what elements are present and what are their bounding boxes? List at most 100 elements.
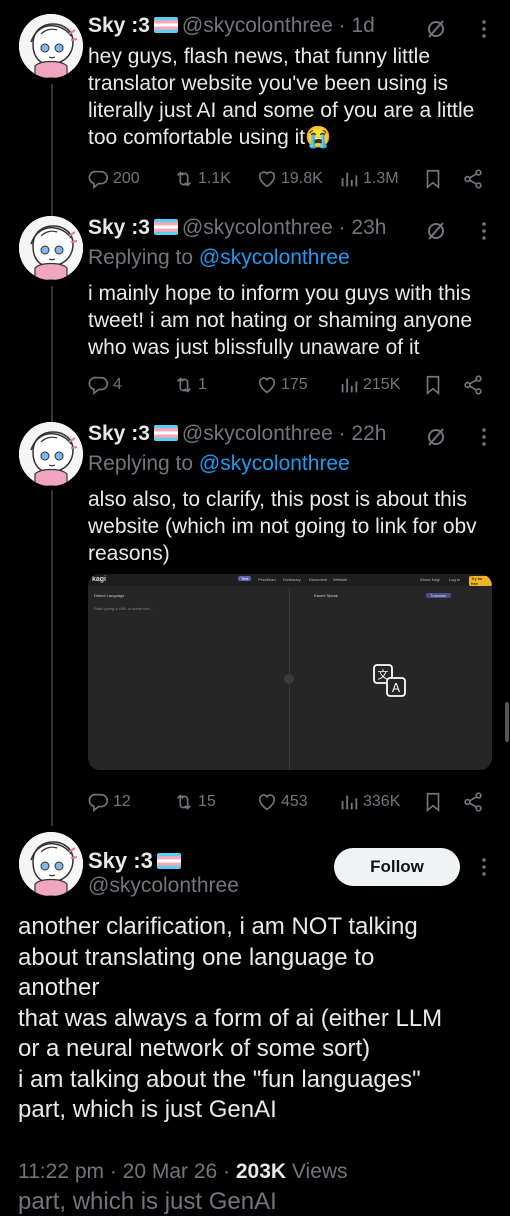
signup-button: Try for free bbox=[469, 576, 492, 586]
display-name[interactable]: Sky :3 bbox=[88, 14, 150, 37]
media-tab: Text bbox=[238, 576, 252, 581]
follow-button[interactable]: Follow bbox=[334, 848, 460, 886]
retweet-count: 1 bbox=[198, 376, 207, 393]
like-button[interactable]: 19.8K bbox=[256, 165, 323, 193]
reply-handle-link[interactable]: @skycolonthree bbox=[199, 246, 350, 269]
display-name[interactable]: Sky :3 bbox=[88, 848, 153, 873]
media-tab: Document bbox=[309, 577, 328, 582]
views-total: 203K bbox=[235, 1160, 287, 1183]
login-link: Log in bbox=[449, 577, 460, 582]
replying-to: Replying to @skycolonthree bbox=[88, 452, 350, 476]
retweet-count: 1.1K bbox=[198, 170, 231, 187]
input-placeholder: Start typing a URL or some text... bbox=[94, 606, 153, 611]
main-text-line: another clarification, i am NOT talking bbox=[18, 913, 418, 940]
tweet-time[interactable]: 11:22 pm · 20 Mar 26 · bbox=[18, 1160, 236, 1183]
views-count: 1.3M bbox=[363, 170, 399, 187]
timestamp[interactable]: · 23h bbox=[339, 216, 387, 239]
trans-flag-icon bbox=[157, 853, 181, 869]
main-text-line: or a neural network of some sort) bbox=[18, 1035, 371, 1062]
replying-to-label: Replying to bbox=[88, 452, 194, 475]
trans-flag-icon bbox=[154, 425, 178, 441]
reply-count: 12 bbox=[113, 793, 131, 810]
reply-count: 4 bbox=[113, 376, 122, 393]
tweet-header: Sky :3 @skycolonthree · 22h bbox=[88, 422, 386, 446]
main-text-line: part, which is just GenAI bbox=[18, 1096, 277, 1123]
translate-icon: 文 A bbox=[373, 664, 406, 697]
like-button[interactable]: 453 bbox=[256, 788, 308, 816]
avatar[interactable] bbox=[19, 422, 83, 486]
retweet-count: 15 bbox=[198, 793, 216, 810]
tweet-text: also also, to clarify, this post is abou… bbox=[88, 488, 477, 565]
reply-button[interactable]: 12 bbox=[88, 788, 131, 816]
avatar[interactable] bbox=[19, 14, 83, 78]
share-button[interactable] bbox=[462, 788, 487, 816]
views-count: 215K bbox=[363, 376, 401, 393]
about-link: About Kagi bbox=[420, 577, 440, 582]
reply-count: 200 bbox=[113, 170, 140, 187]
like-count: 453 bbox=[281, 793, 308, 810]
media-topbar: kagi Text Proofread Dictionary Document … bbox=[88, 574, 492, 586]
bookmark-button[interactable] bbox=[422, 788, 447, 816]
avatar[interactable] bbox=[19, 216, 83, 280]
grok-icon[interactable] bbox=[424, 17, 448, 41]
tweet-meta: 11:22 pm · 20 Mar 26 · 203K Views bbox=[18, 1160, 348, 1184]
translate-button: Translate bbox=[426, 593, 451, 598]
retweet-button[interactable]: 1.1K bbox=[173, 165, 231, 193]
bookmark-button[interactable] bbox=[422, 165, 447, 193]
thread-line bbox=[51, 286, 53, 422]
retweet-button[interactable]: 15 bbox=[173, 788, 216, 816]
handle[interactable]: @skycolonthree bbox=[88, 874, 239, 897]
tweet-media-image[interactable]: kagi Text Proofread Dictionary Document … bbox=[88, 574, 492, 770]
trans-flag-icon bbox=[154, 17, 178, 33]
main-text-line: about translating one language to bbox=[18, 943, 375, 971]
views-button[interactable]: 1.3M bbox=[338, 165, 399, 193]
like-count: 175 bbox=[281, 376, 308, 393]
reply-button[interactable]: 200 bbox=[88, 165, 140, 193]
more-options-icon[interactable] bbox=[472, 17, 496, 41]
views-button[interactable]: 215K bbox=[338, 371, 400, 399]
trans-flag-icon bbox=[154, 219, 178, 235]
views-button[interactable]: 336K bbox=[338, 788, 400, 816]
media-tab: Proofread bbox=[258, 577, 276, 582]
reply-handle-link[interactable]: @skycolonthree bbox=[199, 452, 350, 475]
tweet-header: Sky :3 @skycolonthree · 23h bbox=[88, 216, 386, 240]
main-handle-row: @skycolonthree bbox=[88, 874, 239, 898]
thread-line bbox=[51, 490, 53, 826]
display-name[interactable]: Sky :3 bbox=[88, 216, 150, 239]
svg-text:A: A bbox=[392, 681, 401, 695]
media-tab: Dictionary bbox=[283, 577, 301, 582]
main-tweet-text: another clarification, i am NOT talking … bbox=[18, 912, 498, 1126]
tweet-header: Sky :3 @skycolonthree · 1d bbox=[88, 14, 375, 38]
tweet-actions: 12 15 453 336K bbox=[88, 788, 498, 816]
tweet-actions: 4 1 175 215K bbox=[88, 371, 498, 399]
more-options-icon[interactable] bbox=[472, 219, 496, 243]
retweet-button[interactable]: 1 bbox=[173, 371, 207, 399]
kagi-logo: kagi bbox=[92, 576, 107, 583]
scrollbar[interactable] bbox=[505, 702, 509, 742]
avatar[interactable] bbox=[19, 832, 83, 896]
thread-line bbox=[51, 84, 53, 216]
bookmark-button[interactable] bbox=[422, 371, 447, 399]
swap-icon bbox=[284, 674, 294, 684]
timestamp[interactable]: · 1d bbox=[339, 14, 375, 37]
grok-icon[interactable] bbox=[424, 219, 448, 243]
handle[interactable]: @skycolonthree bbox=[182, 422, 333, 445]
source-language: Detect Language bbox=[94, 593, 125, 598]
handle[interactable]: @skycolonthree bbox=[182, 14, 333, 37]
target-language: Kaomi Speak bbox=[314, 593, 338, 598]
more-options-icon[interactable] bbox=[472, 855, 496, 879]
timestamp[interactable]: · 22h bbox=[339, 422, 387, 445]
handle[interactable]: @skycolonthree bbox=[182, 216, 333, 239]
display-name[interactable]: Sky :3 bbox=[88, 422, 150, 445]
share-button[interactable] bbox=[462, 165, 487, 193]
main-text-line: that was always a form of ai (either LLM bbox=[18, 1004, 443, 1032]
main-text-line: i am talking about the "fun languages" bbox=[18, 1065, 421, 1093]
like-button[interactable]: 175 bbox=[256, 371, 308, 399]
like-count: 19.8K bbox=[281, 170, 323, 187]
share-button[interactable] bbox=[462, 371, 487, 399]
reply-button[interactable]: 4 bbox=[88, 371, 122, 399]
grok-icon[interactable] bbox=[424, 425, 448, 449]
views-label: Views bbox=[286, 1160, 348, 1183]
more-options-icon[interactable] bbox=[472, 425, 496, 449]
main-text-line: another bbox=[18, 974, 100, 1001]
